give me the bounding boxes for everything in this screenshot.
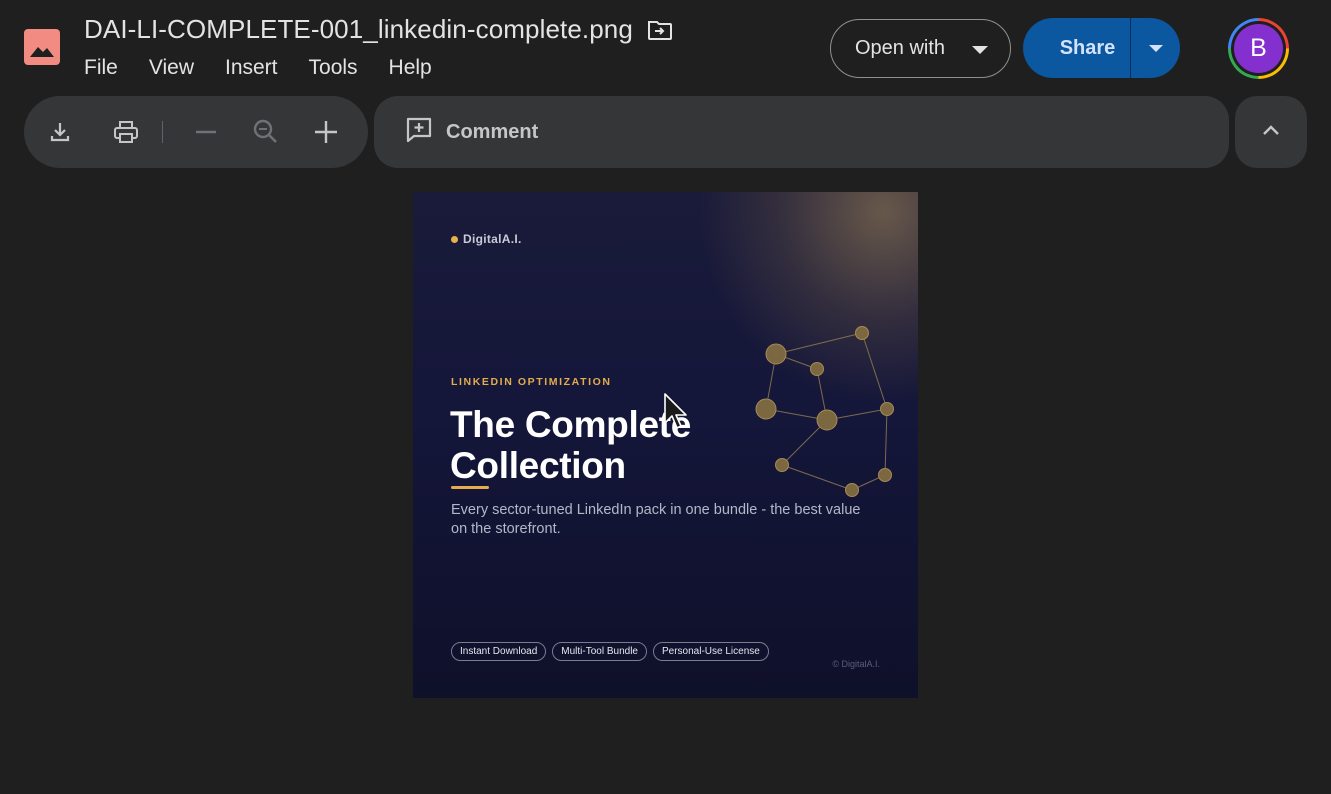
menu-tools[interactable]: Tools [309,56,358,80]
avatar: B [1234,24,1283,73]
chevron-down-icon [1149,45,1163,52]
menu-view[interactable]: View [149,56,194,80]
zoom-reset-icon[interactable] [250,116,282,148]
zoom-in-icon[interactable] [310,116,342,148]
add-comment-icon [405,116,433,149]
tag-instant-download: Instant Download [451,642,547,661]
chevron-down-icon [972,46,988,54]
headline-underline [451,486,489,489]
zoom-toolbar [24,96,368,168]
print-icon[interactable] [110,116,142,148]
account-avatar-button[interactable]: B [1228,18,1289,79]
headline-line-1: The Complete [450,404,692,445]
share-button[interactable]: Share [1023,18,1130,78]
comment-button[interactable]: Comment [374,96,1229,168]
copyright-text: © DigitalA.I. [832,659,880,669]
menu-insert[interactable]: Insert [225,56,278,80]
description: Every sector-tuned LinkedIn pack in one … [451,502,861,537]
share-label: Share [1059,36,1116,59]
tag-multi-tool-bundle: Multi-Tool Bundle [552,642,647,661]
menu-file[interactable]: File [84,56,118,80]
toolbar-divider [162,121,163,143]
tag-personal-use-license: Personal-Use License [653,642,769,661]
image-preview[interactable]: DigitalA.I. LINKEDIN OPTIMIZATION The Co… [413,192,918,698]
title-row: DAI-LI-COMPLETE-001_linkedin-complete.pn… [84,14,673,45]
comment-label: Comment [446,120,539,143]
tag-list: Instant Download Multi-Tool Bundle Perso… [451,642,775,661]
share-button-group: Share [1023,18,1180,78]
share-options-button[interactable] [1131,18,1180,78]
menu-help[interactable]: Help [389,56,432,80]
headline-line-2: Collection [450,445,626,486]
chevron-up-icon [1259,118,1283,147]
open-with-button[interactable]: Open with [830,19,1011,78]
menu-bar: File View Insert Tools Help [84,56,463,80]
headline: The Complete Collection [450,404,780,486]
collapse-toolbar-button[interactable] [1235,96,1307,168]
avatar-ring-gap: B [1231,21,1286,76]
eyebrow-label: LINKEDIN OPTIMIZATION [451,376,612,388]
brand-logo: DigitalA.I. [451,232,522,246]
zoom-out-icon[interactable] [190,116,222,148]
brand-name: DigitalA.I. [463,232,522,246]
folder-move-icon[interactable] [647,19,673,41]
viewer-header: DAI-LI-COMPLETE-001_linkedin-complete.pn… [0,0,1331,92]
open-with-label: Open with [855,37,946,59]
file-title[interactable]: DAI-LI-COMPLETE-001_linkedin-complete.pn… [84,14,633,45]
image-icon [24,29,60,65]
download-icon[interactable] [44,116,76,148]
brand-dot [451,235,458,243]
